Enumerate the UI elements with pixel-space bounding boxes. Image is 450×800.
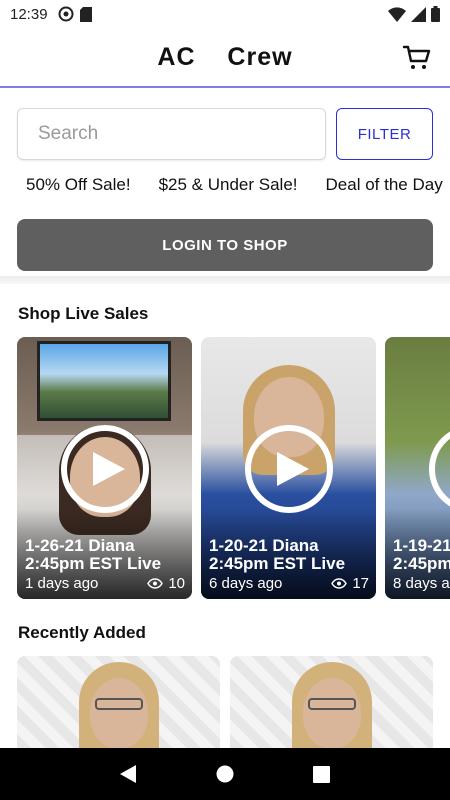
live-sale-title: 1-20-21 Diana 2:45pm EST Live: [209, 537, 376, 573]
recents-button[interactable]: [311, 763, 333, 785]
status-bar: 12:39: [0, 0, 450, 28]
live-sale-title: 1-26-21 Diana 2:45pm EST Live: [25, 537, 192, 573]
live-sales-title: Shop Live Sales: [18, 304, 149, 323]
eye-icon: [147, 578, 164, 589]
live-sale-meta: 1 days ago 10: [25, 575, 185, 592]
views-number: 17: [352, 575, 369, 592]
live-sale-title-line1: 1-20-21 Diana: [209, 536, 319, 555]
signal-icon: [411, 6, 426, 22]
app-header: AC Crew: [0, 28, 450, 88]
live-sales-carousel[interactable]: 1-26-21 Diana 2:45pm EST Live 1 days ago…: [17, 337, 450, 599]
battery-icon: [431, 6, 440, 22]
live-sale-title: 1-19-21 2:45pm: [393, 537, 450, 573]
views-count: 17: [331, 575, 369, 592]
eye-icon: [331, 578, 348, 589]
recently-added-carousel[interactable]: [17, 656, 433, 748]
filter-button[interactable]: FILTER: [336, 108, 433, 160]
play-icon[interactable]: [245, 425, 333, 513]
product-image: [89, 678, 148, 748]
home-icon: [216, 765, 234, 783]
glasses-image: [94, 698, 143, 710]
live-sale-age: 8 days ago: [393, 575, 450, 592]
play-icon[interactable]: [61, 425, 149, 513]
live-sale-title-line2: 2:45pm EST Live: [25, 554, 162, 573]
live-sale-card[interactable]: 1-26-21 Diana 2:45pm EST Live 1 days ago…: [17, 337, 192, 599]
tv-image: [37, 341, 171, 421]
recent-product-card[interactable]: [17, 656, 220, 748]
recents-icon: [313, 765, 331, 783]
glasses-image: [307, 698, 356, 710]
tab-50-off-sale[interactable]: 50% Off Sale!: [26, 175, 131, 203]
live-sale-title-line2: 2:45pm EST Live: [209, 554, 346, 573]
live-sale-card[interactable]: 1-19-21 2:45pm 8 days ago: [385, 337, 450, 599]
recently-added-title: Recently Added: [18, 623, 146, 642]
search-input[interactable]: [17, 108, 326, 160]
live-sale-title-line1: 1-26-21 Diana: [25, 536, 135, 555]
search-row: FILTER: [17, 108, 433, 160]
home-button[interactable]: [214, 763, 236, 785]
views-count: 10: [147, 575, 185, 592]
live-sale-title-line1: 1-19-21: [393, 536, 450, 555]
live-sale-meta: 8 days ago: [393, 575, 450, 592]
live-sale-age: 6 days ago: [209, 575, 283, 592]
cart-icon[interactable]: [402, 42, 432, 72]
views-number: 10: [168, 575, 185, 592]
app-title: AC Crew: [157, 42, 293, 71]
tab-deal-of-the-day[interactable]: Deal of the Day: [326, 175, 443, 203]
system-nav-bar: [0, 748, 450, 800]
recent-product-card[interactable]: [230, 656, 433, 748]
live-sale-card[interactable]: 1-20-21 Diana 2:45pm EST Live 6 days ago…: [201, 337, 376, 599]
status-time: 12:39: [10, 5, 48, 23]
live-sale-meta: 6 days ago 17: [209, 575, 369, 592]
section-divider: [0, 276, 450, 284]
back-icon: [120, 765, 137, 783]
sync-icon: [58, 6, 74, 22]
wifi-icon: [388, 6, 406, 22]
tab-25-under-sale[interactable]: $25 & Under Sale!: [159, 175, 298, 203]
live-sale-age: 1 days ago: [25, 575, 99, 592]
live-sale-title-line2: 2:45pm: [393, 554, 450, 573]
sd-card-icon: [79, 6, 92, 22]
product-image: [302, 678, 361, 748]
play-icon[interactable]: [429, 425, 450, 513]
login-to-shop-button[interactable]: LOGIN TO SHOP: [17, 219, 433, 271]
sale-tabs: 50% Off Sale! $25 & Under Sale! Deal of …: [0, 175, 450, 203]
back-button[interactable]: [117, 763, 139, 785]
